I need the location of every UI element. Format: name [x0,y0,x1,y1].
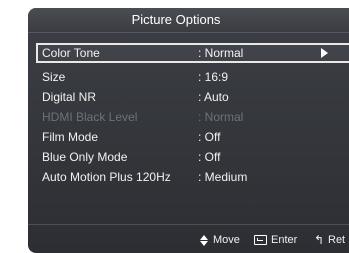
title-bar: Picture Options [28,8,349,33]
option-hdmi-black-level: HDMI Black Level : Normal [36,107,349,127]
option-size[interactable]: Size : 16:9 [36,67,349,87]
enter-icon [254,235,267,246]
option-auto-motion-plus[interactable]: Auto Motion Plus 120Hz : Medium [36,167,349,187]
option-value: : Off [198,150,221,164]
option-value: : Off [198,130,221,144]
option-value: : Normal [198,110,244,124]
return-label: Ret [328,234,346,246]
option-film-mode[interactable]: Film Mode : Off [36,127,349,147]
option-blue-only-mode[interactable]: Blue Only Mode : Off [36,147,349,167]
chevron-right-icon [321,48,328,58]
footer-hints: Move Enter ↰ Ret [28,225,349,253]
option-label: Digital NR [42,90,97,104]
return-hint: ↰ Ret [314,233,345,247]
option-digital-nr[interactable]: Digital NR : Auto [36,87,349,107]
option-value: : Normal [198,46,244,60]
option-label: Blue Only Mode [42,150,128,164]
return-icon: ↰ [314,233,325,248]
picture-options-menu: Picture Options Color Tone : Normal Size… [28,8,349,253]
option-label: Size [42,70,66,84]
enter-label: Enter [271,234,298,246]
option-label: Auto Motion Plus 120Hz [42,170,171,184]
option-value: : Auto [198,90,229,104]
options-list: Color Tone : Normal Size : 16:9 Digital … [36,43,349,187]
up-down-arrows-icon [200,234,209,246]
option-label: Film Mode [42,130,99,144]
enter-hint: Enter [254,233,297,247]
option-color-tone[interactable]: Color Tone : Normal [36,43,349,63]
move-hint: Move [200,233,240,247]
option-label: HDMI Black Level [42,110,138,124]
option-value: : 16:9 [198,70,229,84]
move-label: Move [213,234,240,246]
menu-title: Picture Options [131,12,221,27]
option-label: Color Tone [42,46,100,60]
option-value: : Medium [198,170,248,184]
